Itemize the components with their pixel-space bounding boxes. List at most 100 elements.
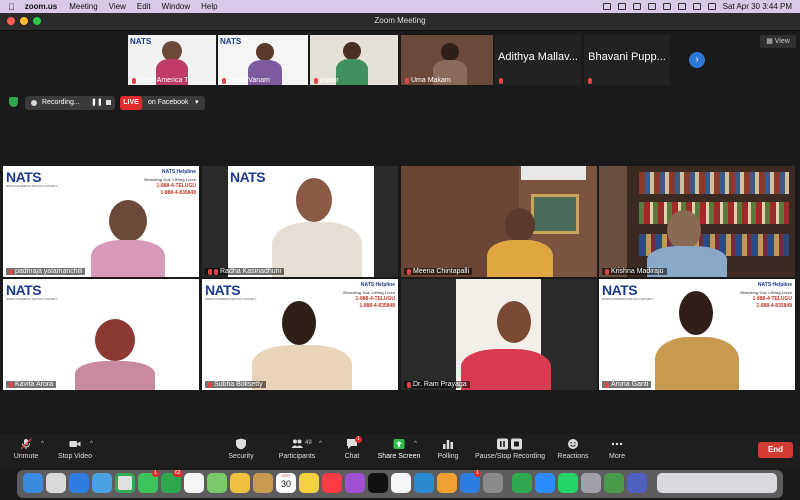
video-tile[interactable]: Dr. Ram Prayaga <box>401 279 597 390</box>
reminders-icon[interactable] <box>184 473 204 493</box>
audio-options-caret[interactable]: ^ <box>41 441 44 447</box>
safari-icon[interactable] <box>69 473 89 493</box>
thumbnail-tile[interactable]: jayasr <box>310 35 398 85</box>
photos-icon[interactable] <box>230 473 250 493</box>
nats-logo-subtitle: NORTH AMERICA TELUGU SOCIETY <box>6 297 58 301</box>
control-center-icon[interactable] <box>707 3 716 10</box>
video-tile[interactable]: Krishna Madiraju <box>599 166 795 277</box>
cloud-icon[interactable] <box>617 3 626 10</box>
thumbnail-tile[interactable]: NATS North America T... <box>128 35 216 85</box>
preview-icon[interactable] <box>581 473 601 493</box>
messages-badge: 1 <box>152 470 159 477</box>
wifi-icon[interactable] <box>677 3 686 10</box>
excel-icon[interactable] <box>604 473 624 493</box>
recording-indicator: Recording... ❚❚ <box>25 96 115 110</box>
polling-button[interactable]: Polling <box>434 438 462 460</box>
podcasts-icon[interactable] <box>345 473 365 493</box>
search-icon[interactable] <box>692 3 701 10</box>
nats-logo-subtitle: NORTH AMERICA TELUGU SOCIETY <box>205 297 257 301</box>
muted-mic-icon <box>132 77 136 84</box>
video-tile[interactable]: NATS NORTH AMERICA TELUGU SOCIETY NATS H… <box>202 279 398 390</box>
muted-mic-icon <box>588 78 592 84</box>
reactions-button[interactable]: Reactions <box>556 438 590 460</box>
share-options-caret[interactable]: ^ <box>414 441 417 447</box>
video-tile[interactable]: NATS NORTH AMERICA TELUGU SOCIETY NATS H… <box>3 166 199 277</box>
window-title: Zoom Meeting <box>374 16 426 25</box>
video-tile[interactable]: NATS NORTH AMERICA TELUGU SOCIETY NATS H… <box>599 279 795 390</box>
screen-icon[interactable] <box>632 3 641 10</box>
keynote-icon[interactable] <box>414 473 434 493</box>
pause-stop-icon <box>497 438 522 450</box>
menu-help[interactable]: Help <box>201 2 217 11</box>
live-stream-indicator[interactable]: LIVE on Facebook ▾ <box>120 96 205 110</box>
participants-options-caret[interactable]: ^ <box>319 441 322 447</box>
chat-button[interactable]: Chat <box>338 438 366 460</box>
participant-name: padmaja yalamanchili <box>6 268 86 275</box>
chevron-down-icon[interactable]: ▾ <box>195 96 199 110</box>
chat-badge: 1 <box>355 436 362 443</box>
nats-logo-subtitle: NORTH AMERICA TELUGU SOCIETY <box>6 184 58 188</box>
finder-icon[interactable] <box>23 473 43 493</box>
menubar-datetime[interactable]: Sat Apr 30 3:44 PM <box>723 2 792 11</box>
stop-video-button[interactable]: Stop Video <box>57 438 93 460</box>
system-preferences-icon[interactable] <box>483 473 503 493</box>
whatsapp-icon[interactable] <box>558 473 578 493</box>
muted-mic-icon <box>605 268 609 275</box>
video-tile[interactable]: NATS NORTH AMERICA TELUGU SOCIETY Kavita… <box>3 279 199 390</box>
nats-logo-subtitle: NORTH AMERICA TELUGU SOCIETY <box>602 297 654 301</box>
menu-meeting[interactable]: Meeting <box>69 2 97 11</box>
chrome-icon[interactable] <box>115 473 135 493</box>
nats-logo: NATS <box>602 282 638 298</box>
maps-icon[interactable] <box>207 473 227 493</box>
thumbnail-tile[interactable]: Bhavani Pupp... <box>584 35 670 85</box>
apple-tv-icon[interactable] <box>368 473 388 493</box>
thumbnail-tile[interactable]: Adithya Mallav... <box>495 35 581 85</box>
video-options-caret[interactable]: ^ <box>90 441 93 447</box>
music-icon[interactable] <box>322 473 342 493</box>
battery-icon[interactable] <box>662 3 671 10</box>
teams-icon[interactable] <box>627 473 647 493</box>
next-page-arrow-icon[interactable]: › <box>689 52 705 68</box>
calendar-icon[interactable]: APR 30 <box>276 473 296 493</box>
end-meeting-button[interactable]: End <box>758 442 793 458</box>
video-off-icon <box>214 268 218 275</box>
thumbnail-tile[interactable]: Uma Makam <box>401 35 493 85</box>
stop-recording-icon[interactable] <box>106 100 111 105</box>
muted-mic-icon <box>222 77 226 84</box>
mail-icon[interactable] <box>92 473 112 493</box>
pause-stop-recording-button[interactable]: Pause/Stop Recording <box>474 438 546 460</box>
shield-icon[interactable] <box>9 97 18 107</box>
participant-name: Kavita Arora <box>6 381 57 388</box>
bluetooth-icon[interactable] <box>647 3 656 10</box>
zoom-icon[interactable] <box>535 473 555 493</box>
more-button[interactable]: More <box>603 438 631 460</box>
nats-logo: NATS <box>6 169 42 185</box>
thumbnail-name <box>499 78 503 84</box>
thumbnail-name: North America T... <box>132 77 194 84</box>
news-icon[interactable] <box>391 473 411 493</box>
participant-name: Subha Bolisetty <box>205 381 266 388</box>
view-button[interactable]: ▦ View <box>760 35 796 48</box>
launchpad-icon[interactable] <box>46 473 66 493</box>
apple-icon[interactable]:  <box>8 2 15 12</box>
camera-status-icon[interactable] <box>602 3 611 10</box>
muted-mic-icon <box>499 78 503 84</box>
participants-button[interactable]: Participants <box>275 438 319 460</box>
video-camera-icon <box>69 441 81 447</box>
smiley-icon <box>568 439 578 449</box>
notes-icon[interactable] <box>299 473 319 493</box>
menu-window[interactable]: Window <box>162 2 190 11</box>
app-menu[interactable]: zoom.us <box>25 2 57 11</box>
thumbnail-tile[interactable]: NATS Jyothi Vanam <box>218 35 308 85</box>
security-button[interactable]: Security <box>225 438 257 460</box>
video-tile[interactable]: NATS Radha Kasinadhuni <box>202 166 398 277</box>
unmute-button[interactable]: Unmute <box>10 438 42 460</box>
contacts-icon[interactable] <box>253 473 273 493</box>
menu-edit[interactable]: Edit <box>137 2 151 11</box>
menu-view[interactable]: View <box>109 2 126 11</box>
pages-icon[interactable] <box>437 473 457 493</box>
recent-documents-stack[interactable] <box>657 473 777 493</box>
pause-recording-icon[interactable]: ❚❚ <box>91 96 103 110</box>
chrome-alt-icon[interactable] <box>512 473 532 493</box>
video-tile[interactable]: Meena Chintapalli <box>401 166 597 277</box>
